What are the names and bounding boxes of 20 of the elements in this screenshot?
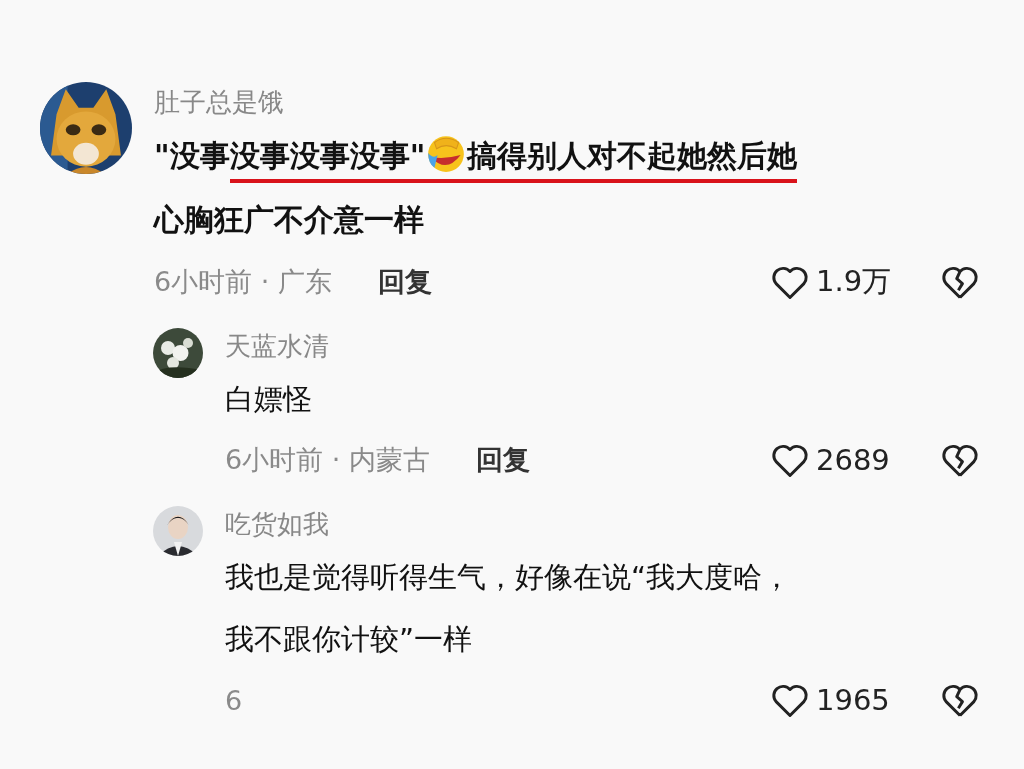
reply-link[interactable]: 回复 [377,264,432,300]
broken-heart-icon[interactable] [940,264,980,300]
reply-link[interactable]: 回复 [475,442,530,478]
comment-text: "没事没事没事没事" 搞得别人对不起她然后她 心胸狂广不介意一样 [154,124,984,252]
username[interactable]: 天蓝水清 [225,324,984,368]
like-count: 2689 [816,443,891,477]
heart-icon[interactable] [770,264,810,300]
broken-heart-icon[interactable] [940,682,980,718]
time-location: 6 [225,684,243,716]
broken-heart-icon[interactable] [940,442,980,478]
time-location: 6小时前 · 广东 [154,265,332,299]
username[interactable]: 肚子总是饿 [154,80,984,124]
like-count: 1.9万 [816,263,893,300]
heart-icon[interactable] [770,682,810,718]
heart-icon[interactable] [770,442,810,478]
time-location: 6小时前 · 内蒙古 [225,443,430,477]
like-count: 1965 [816,683,891,717]
comment-text: 我也是觉得听得生气，好像在说“我大度哈， 我不跟你计较”一样 [225,559,793,658]
comment-text: 白嫖怪 [225,381,313,418]
username[interactable]: 吃货如我 [225,502,984,546]
